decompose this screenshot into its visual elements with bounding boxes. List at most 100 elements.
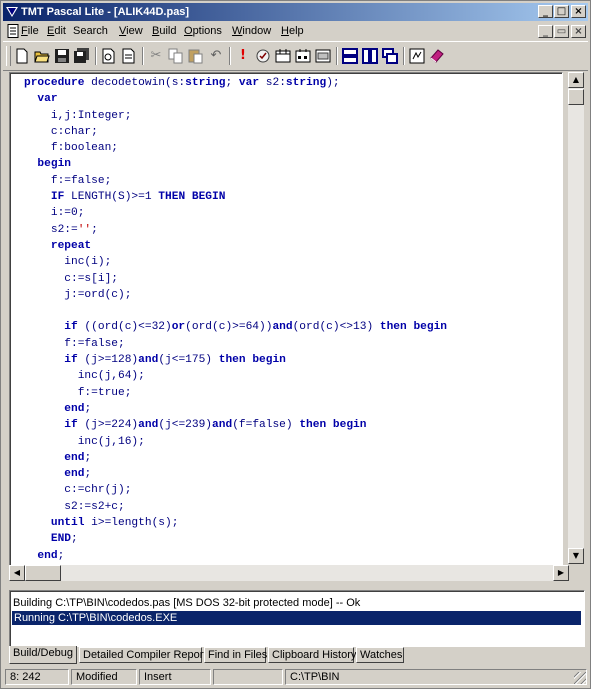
menu-search[interactable]: Search [73, 24, 108, 38]
cursor-position: 8: 242 [5, 669, 69, 685]
status-panel-empty [213, 669, 283, 685]
open-folder-icon[interactable] [33, 47, 51, 65]
toolbar-grip[interactable] [6, 46, 11, 66]
code-line[interactable]: f:=false; [24, 173, 447, 189]
code-line[interactable]: s2:=s2+c; [24, 499, 447, 515]
new-file-icon[interactable] [13, 47, 31, 65]
scroll-right-icon[interactable]: ▶ [553, 565, 569, 581]
code-line[interactable]: END; [24, 531, 447, 547]
modified-indicator: Modified [71, 669, 137, 685]
code-line[interactable]: inc(j,64); [24, 368, 447, 384]
copy-icon[interactable] [167, 47, 185, 65]
insert-mode-indicator: Insert [139, 669, 211, 685]
minimize-button[interactable]: _ [538, 5, 553, 18]
mdi-close-button[interactable]: × [571, 25, 586, 38]
code-line[interactable]: f:boolean; [24, 140, 447, 156]
menu-options[interactable]: Options [184, 24, 222, 38]
toolbar: ✂ ↶ ! [3, 41, 588, 71]
source-code[interactable]: procedure decodetowin(s:string; var s2:s… [24, 75, 447, 564]
mdi-restore-button[interactable]: ▭ [554, 25, 569, 38]
code-line[interactable]: c:=s[i]; [24, 271, 447, 287]
make-icon[interactable] [274, 47, 292, 65]
save-all-icon[interactable] [73, 47, 91, 65]
code-line[interactable]: i:=0; [24, 205, 447, 221]
menu-build[interactable]: Build [152, 24, 176, 38]
compile-icon[interactable] [254, 47, 272, 65]
output-pane[interactable]: Building C:\TP\BIN\codedos.pas [MS DOS 3… [9, 590, 585, 647]
print-icon[interactable] [120, 47, 138, 65]
code-line[interactable]: end; [24, 450, 447, 466]
code-line[interactable]: until i>=length(s); [24, 515, 447, 531]
horizontal-scrollbar[interactable]: ◀ ▶ [9, 565, 569, 581]
maximize-button[interactable]: □ [554, 5, 569, 18]
mdi-minimize-button[interactable]: _ [538, 25, 553, 38]
code-line[interactable]: end; [24, 548, 447, 564]
code-line[interactable]: repeat [24, 238, 447, 254]
cascade-icon[interactable] [381, 47, 399, 65]
code-line[interactable]: end; [24, 466, 447, 482]
menu-window[interactable]: Window [232, 24, 271, 38]
cut-icon[interactable]: ✂ [147, 47, 165, 65]
tab-detailed-compiler-report[interactable]: Detailed Compiler Report [79, 647, 207, 663]
status-bar: 8: 242 Modified Insert C:\TP\BIN [3, 667, 588, 686]
tab-build-debug[interactable]: Build/Debug [9, 646, 77, 664]
code-line[interactable]: inc(i); [24, 254, 447, 270]
debug-icon[interactable] [314, 47, 332, 65]
toolbar-separator [142, 47, 144, 65]
scroll-down-icon[interactable]: ▼ [568, 548, 584, 564]
close-button[interactable]: × [571, 5, 586, 18]
print-preview-icon[interactable] [100, 47, 118, 65]
scroll-corner [569, 565, 584, 581]
working-directory: C:\TP\BIN [285, 669, 587, 685]
book-icon[interactable] [428, 47, 446, 65]
code-line[interactable]: begin [24, 156, 447, 172]
menu-file[interactable]: File [21, 24, 39, 38]
tab-watches[interactable]: Watches [356, 647, 404, 663]
menu-edit[interactable]: Edit [47, 24, 66, 38]
code-line[interactable]: IF LENGTH(S)>=1 THEN BEGIN [24, 189, 447, 205]
menu-bar: File Edit Search View Build Options Window Help… [3, 22, 588, 40]
code-line[interactable]: if (j>=128)and(j<=175) then begin [24, 352, 447, 368]
horizontal-scroll-thumb[interactable] [25, 565, 61, 581]
vertical-scrollbar[interactable]: ▲ ▼ [568, 72, 584, 564]
code-line[interactable]: end; [24, 401, 447, 417]
output-line[interactable]: Building C:\TP\BIN\codedos.pas [MS DOS 3… [13, 596, 360, 610]
build-icon[interactable] [294, 47, 312, 65]
code-line[interactable]: inc(j,16); [24, 434, 447, 450]
tab-clipboard-history[interactable]: Clipboard History [268, 647, 356, 663]
code-editor[interactable]: procedure decodetowin(s:string; var s2:s… [9, 72, 563, 566]
document-icon[interactable] [7, 24, 19, 38]
tab-find-in-files[interactable]: Find in Files [204, 647, 267, 663]
tile-vertical-icon[interactable] [361, 47, 379, 65]
code-line[interactable]: procedure decodetowin(s:string; var s2:s… [24, 75, 447, 91]
window-title: TMT Pascal Lite - [ALIK44D.pas] [21, 6, 190, 18]
output-line-selected[interactable]: Running C:\TP\BIN\codedos.EXE [12, 611, 581, 625]
title-bar[interactable]: TMT Pascal Lite - [ALIK44D.pas] _ □ × [3, 3, 588, 21]
code-line[interactable]: i,j:Integer; [24, 108, 447, 124]
paste-icon[interactable] [187, 47, 205, 65]
code-line[interactable]: c:char; [24, 124, 447, 140]
resize-grip[interactable] [574, 672, 586, 684]
save-icon[interactable] [53, 47, 71, 65]
undo-icon[interactable]: ↶ [207, 47, 225, 65]
tile-horizontal-icon[interactable] [341, 47, 359, 65]
run-icon[interactable]: ! [234, 47, 252, 65]
code-line[interactable]: j:=ord(c); [24, 287, 447, 303]
help-icon[interactable] [408, 47, 426, 65]
code-line[interactable]: f:=false; [24, 336, 447, 352]
code-line[interactable]: s2:=''; [24, 222, 447, 238]
code-line[interactable]: f:=true; [24, 385, 447, 401]
code-line[interactable]: var [24, 91, 447, 107]
code-line[interactable]: if ((ord(c)<=32)or(ord(c)>=64))and(ord(c… [24, 319, 447, 335]
code-line[interactable]: c:=chr(j); [24, 482, 447, 498]
pascal-app-icon[interactable] [6, 6, 18, 18]
code-line[interactable] [24, 303, 447, 319]
toolbar-separator [403, 47, 405, 65]
toolbar-separator [336, 47, 338, 65]
menu-help[interactable]: Help [281, 24, 304, 38]
scroll-up-icon[interactable]: ▲ [568, 72, 584, 88]
code-line[interactable]: if (j>=224)and(j<=239)and(f=false) then … [24, 417, 447, 433]
vertical-scroll-thumb[interactable] [568, 89, 584, 105]
scroll-left-icon[interactable]: ◀ [9, 565, 25, 581]
menu-view[interactable]: View [119, 24, 143, 38]
